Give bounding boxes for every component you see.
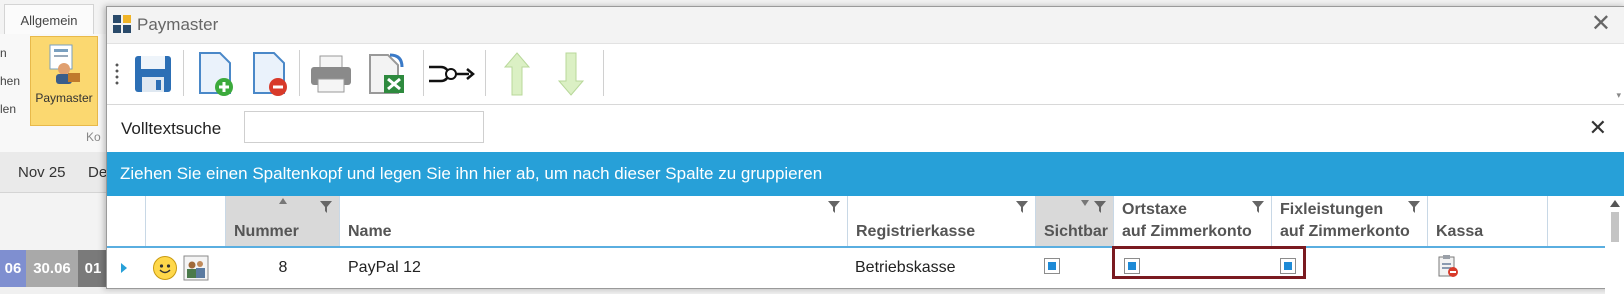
close-button[interactable]: ✕: [1591, 11, 1611, 37]
date-label: Nov 25: [18, 164, 66, 181]
column-header-fixleistungen[interactable]: Fixleistungen auf Zimmerkonto: [1272, 196, 1428, 246]
move-down-button[interactable]: [547, 48, 595, 100]
column-header-ortstaxe[interactable]: Ortstaxe auf Zimmerkonto: [1114, 196, 1272, 246]
toolbar-resize-icon[interactable]: ▾: [1616, 90, 1621, 101]
smiley-icon[interactable]: [153, 256, 177, 280]
toolbar-separator: [603, 50, 604, 96]
scroll-up-icon[interactable]: [1610, 200, 1620, 207]
row-icons-cell: [153, 248, 223, 288]
excel-export-icon: [369, 53, 404, 94]
cell-registrierkasse[interactable]: Betriebskasse: [855, 248, 1036, 288]
cell-name[interactable]: PayPal 12: [348, 248, 848, 288]
column-header-sichtbar[interactable]: Sichtbar: [1036, 196, 1114, 246]
toolbar-separator: [485, 50, 486, 96]
search-bar: Volltextsuche ✕: [107, 105, 1624, 151]
move-up-icon: [503, 52, 531, 96]
current-row-indicator-icon: [121, 263, 127, 273]
calendar-cell[interactable]: 06: [0, 250, 26, 287]
app-logo-icon: [113, 15, 131, 33]
ribbon-side-label: n: [0, 46, 7, 60]
print-button[interactable]: [307, 48, 355, 100]
toolbar: ▾: [107, 44, 1624, 105]
paymaster-icon: [49, 44, 80, 84]
title-bar: Paymaster ✕: [107, 7, 1624, 44]
remove-document-icon: [253, 52, 287, 96]
ribbon-side-label: len: [0, 102, 17, 116]
filter-icon[interactable]: [1015, 200, 1029, 214]
calendar-cell[interactable]: 30.06: [26, 250, 78, 287]
merge-icon: [429, 65, 475, 83]
print-icon: [311, 55, 351, 93]
filter-icon[interactable]: [827, 200, 841, 214]
sichtbar-checkbox[interactable]: [1044, 258, 1060, 274]
column-header-nummer[interactable]: Nummer: [226, 196, 340, 246]
move-down-icon: [557, 52, 585, 96]
save-icon: [135, 56, 171, 92]
user-group-icon[interactable]: [183, 255, 209, 281]
cash-register-clipboard-icon[interactable]: [1437, 254, 1459, 278]
cell-nummer[interactable]: 8: [226, 248, 340, 288]
tab-allgemein[interactable]: Allgemein: [4, 4, 94, 35]
toolbar-separator: [423, 50, 424, 96]
column-header-kassa[interactable]: Kassa: [1428, 196, 1548, 246]
toolbar-separator: [183, 50, 184, 96]
add-button[interactable]: [191, 48, 239, 100]
cell-kassa[interactable]: [1437, 248, 1537, 288]
paymaster-ribbon-button[interactable]: Paymaster: [30, 36, 98, 126]
paymaster-dialog: Paymaster ✕ ▾ Volltextsuche ✕ Ziehen Sie…: [106, 6, 1624, 294]
toolbar-separator: [299, 50, 300, 96]
search-input[interactable]: [244, 111, 484, 143]
grid-header: Nummer Name Registrierkasse Sichtbar Ort…: [107, 196, 1624, 248]
sort-ascending-icon: [278, 198, 287, 204]
scrollbar-thumb[interactable]: [1611, 212, 1619, 242]
row-indicator-header: [107, 196, 146, 246]
clear-search-icon[interactable]: ✕: [1589, 115, 1607, 141]
group-panel-text: Ziehen Sie einen Spaltenkopf und legen S…: [120, 164, 823, 183]
column-header-registrierkasse[interactable]: Registrierkasse: [848, 196, 1036, 246]
filter-icon[interactable]: [319, 200, 333, 214]
search-label: Volltextsuche: [121, 119, 222, 138]
column-header-icons[interactable]: [146, 196, 226, 246]
sort-descending-icon: [1081, 200, 1089, 206]
ribbon-side-label: hen: [0, 74, 21, 88]
save-button[interactable]: [129, 48, 177, 100]
toolbar-grip[interactable]: [115, 62, 119, 86]
selection-highlight: [1112, 246, 1306, 279]
calendar-cells: 06 30.06 01: [0, 250, 108, 287]
window-title: Paymaster: [137, 15, 219, 34]
date-label: De: [88, 164, 108, 181]
column-header-name[interactable]: Name: [340, 196, 848, 246]
move-up-button[interactable]: [493, 48, 541, 100]
export-excel-button[interactable]: [363, 48, 411, 100]
ribbon-group-label: Ko: [86, 130, 101, 144]
filter-icon[interactable]: [1407, 200, 1421, 214]
filter-icon[interactable]: [1093, 200, 1107, 214]
group-panel[interactable]: Ziehen Sie einen Spaltenkopf und legen S…: [107, 152, 1624, 196]
add-document-icon: [199, 52, 233, 96]
filter-icon[interactable]: [1251, 200, 1265, 214]
cell-sichtbar[interactable]: [1044, 248, 1114, 288]
delete-button[interactable]: [245, 48, 293, 100]
table-row[interactable]: 8 PayPal 12 Betriebskasse: [107, 248, 1624, 288]
calendar-cell[interactable]: 01: [78, 250, 108, 287]
merge-button[interactable]: [427, 48, 475, 100]
